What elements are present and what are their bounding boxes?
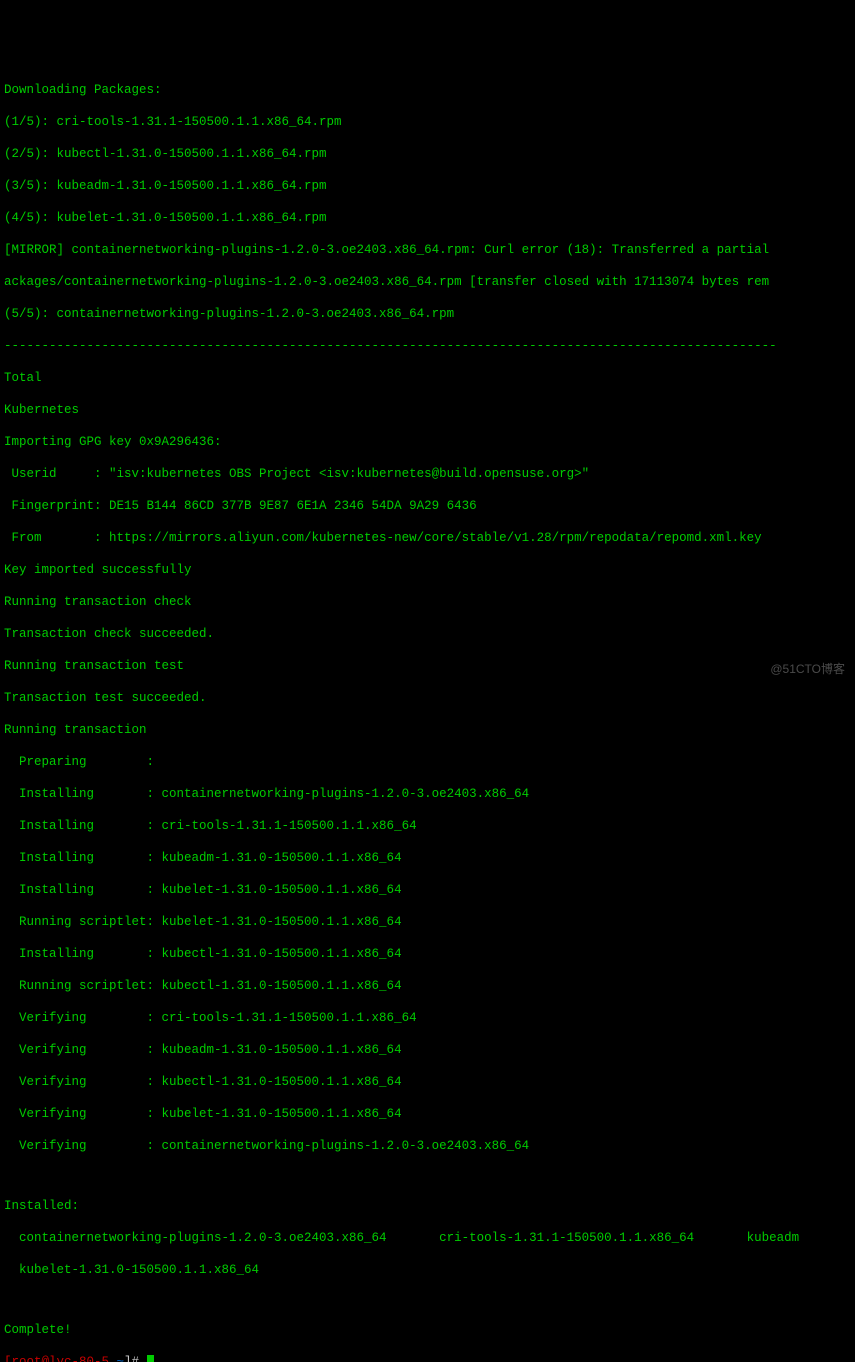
terminal[interactable]: Downloading Packages: (1/5): cri-tools-1… — [4, 66, 851, 1362]
tx-step: Installing : cri-tools-1.31.1-150500.1.1… — [4, 818, 851, 834]
download-header: Downloading Packages: — [4, 82, 851, 98]
installed-row: containernetworking-plugins-1.2.0-3.oe24… — [4, 1230, 851, 1246]
tx-step: Verifying : kubectl-1.31.0-150500.1.1.x8… — [4, 1074, 851, 1090]
prompt-path: ~ — [109, 1355, 124, 1362]
separator: ----------------------------------------… — [4, 338, 851, 354]
tx-step: Verifying : kubeadm-1.31.0-150500.1.1.x8… — [4, 1042, 851, 1058]
repo-line: Kubernetes — [4, 402, 851, 418]
gpg-from: From : https://mirrors.aliyun.com/kubern… — [4, 530, 851, 546]
watermark: @51CTO博客 — [770, 662, 845, 677]
installed-row: kubelet-1.31.0-150500.1.1.x86_64 — [4, 1262, 851, 1278]
tx-step: Installing : containernetworking-plugins… — [4, 786, 851, 802]
tx-step: Running scriptlet: kubectl-1.31.0-150500… — [4, 978, 851, 994]
key-ok: Key imported successfully — [4, 562, 851, 578]
mirror-error: ackages/containernetworking-plugins-1.2.… — [4, 274, 851, 290]
tx-step: Verifying : cri-tools-1.31.1-150500.1.1.… — [4, 1010, 851, 1026]
pkg-line: (3/5): kubeadm-1.31.0-150500.1.1.x86_64.… — [4, 178, 851, 194]
complete: Complete! — [4, 1322, 851, 1338]
mirror-error: [MIRROR] containernetworking-plugins-1.2… — [4, 242, 851, 258]
cursor-icon — [147, 1355, 154, 1362]
tx-step: Running scriptlet: kubelet-1.31.0-150500… — [4, 914, 851, 930]
tx-step: Installing : kubelet-1.31.0-150500.1.1.x… — [4, 882, 851, 898]
pkg-line: (4/5): kubelet-1.31.0-150500.1.1.x86_64.… — [4, 210, 851, 226]
gpg-header: Importing GPG key 0x9A296436: — [4, 434, 851, 450]
tx-step: Installing : kubeadm-1.31.0-150500.1.1.x… — [4, 850, 851, 866]
tx-test-ok: Transaction test succeeded. — [4, 690, 851, 706]
pkg-line: (1/5): cri-tools-1.31.1-150500.1.1.x86_6… — [4, 114, 851, 130]
tx-step: Preparing : — [4, 754, 851, 770]
total-line: Total — [4, 370, 851, 386]
shell-prompt[interactable]: [root@lyc-80-5 ~]# — [4, 1354, 851, 1362]
gpg-userid: Userid : "isv:kubernetes OBS Project <is… — [4, 466, 851, 482]
prompt-hash: ]# — [124, 1355, 147, 1362]
tx-step: Verifying : kubelet-1.31.0-150500.1.1.x8… — [4, 1106, 851, 1122]
tx-test: Running transaction test — [4, 658, 851, 674]
pkg-line: (2/5): kubectl-1.31.0-150500.1.1.x86_64.… — [4, 146, 851, 162]
installed-header: Installed: — [4, 1198, 851, 1214]
tx-step: Verifying : containernetworking-plugins-… — [4, 1138, 851, 1154]
tx-check-ok: Transaction check succeeded. — [4, 626, 851, 642]
pkg-line: (5/5): containernetworking-plugins-1.2.0… — [4, 306, 851, 322]
tx-step: Installing : kubectl-1.31.0-150500.1.1.x… — [4, 946, 851, 962]
gpg-fingerprint: Fingerprint: DE15 B144 86CD 377B 9E87 6E… — [4, 498, 851, 514]
prompt-user-host: [root@lyc-80-5 — [4, 1355, 109, 1362]
tx-run: Running transaction — [4, 722, 851, 738]
tx-check: Running transaction check — [4, 594, 851, 610]
